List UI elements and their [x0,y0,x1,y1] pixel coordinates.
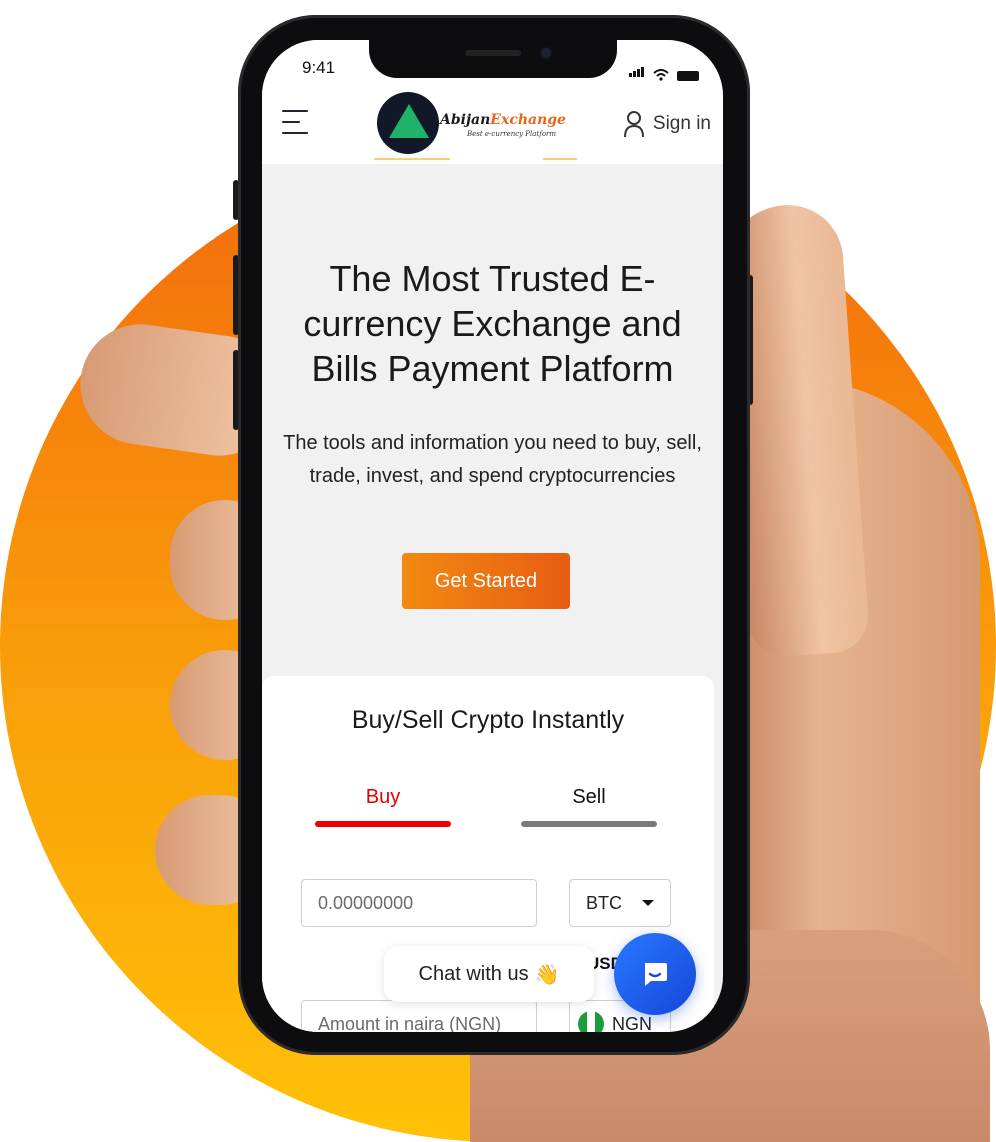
tab-buy-indicator [315,821,451,827]
chat-button[interactable] [614,933,696,1015]
phone-speaker [465,50,521,56]
crypto-currency-value: BTC [586,892,622,913]
get-started-button[interactable]: Get Started [402,553,570,609]
brand-name: AbijanExchange [440,112,566,128]
camera-icon [541,48,551,58]
brand-tagline: Best e-currency Platform [467,130,557,138]
wifi-icon [653,69,669,81]
crypto-amount-placeholder: 0.00000000 [318,892,414,913]
crypto-amount-input[interactable]: 0.00000000 [301,879,537,927]
site-header: AbijanExchange Best e-currency Platform … [262,92,723,164]
signal-icon [629,62,645,81]
hero-title: The Most Trusted E-currency Exchange and… [303,258,682,389]
naira-amount-input[interactable]: Amount in naira (NGN) [301,1000,537,1032]
logo-underline-left [374,158,450,160]
status-time: 9:41 [302,58,336,77]
phone-screen: 9:41 AbijanExchange Best e-currency Plat… [262,40,723,1032]
nigeria-flag-icon [578,1011,604,1032]
logo-emblem [377,92,439,154]
hero-section: The Most Trusted E-currency Exchange and… [262,164,723,493]
tab-sell[interactable]: Sell [521,786,657,827]
tab-buy[interactable]: Buy [315,786,451,827]
brand-logo[interactable]: AbijanExchange Best e-currency Platform [374,92,577,162]
chat-icon [645,963,667,986]
tab-sell-indicator [521,821,657,827]
waving-hand-icon: 👋 [534,963,560,986]
chevron-down-icon [642,900,654,906]
crypto-currency-select[interactable]: BTC [569,879,671,927]
sign-in-link[interactable]: Sign in [623,110,711,138]
hamburger-menu-icon[interactable] [282,110,310,143]
hero-subtitle: The tools and information you need to bu… [283,432,702,487]
logo-triangle-icon [389,104,429,138]
sign-in-label: Sign in [652,113,711,134]
chat-label: Chat with us [418,962,529,985]
naira-amount-placeholder: Amount in naira (NGN) [318,1013,502,1033]
chat-prompt[interactable]: Chat with us 👋 [384,946,594,1002]
status-icons [629,62,699,81]
tab-sell-label: Sell [572,786,606,808]
tab-buy-label: Buy [365,786,401,808]
battery-icon [677,71,699,81]
phone-notch [369,40,617,78]
fiat-currency-value: NGN [612,1013,652,1033]
user-icon [623,110,645,138]
logo-underline-right [543,158,577,160]
trade-card-title: Buy/Sell Crypto Instantly [351,706,625,734]
